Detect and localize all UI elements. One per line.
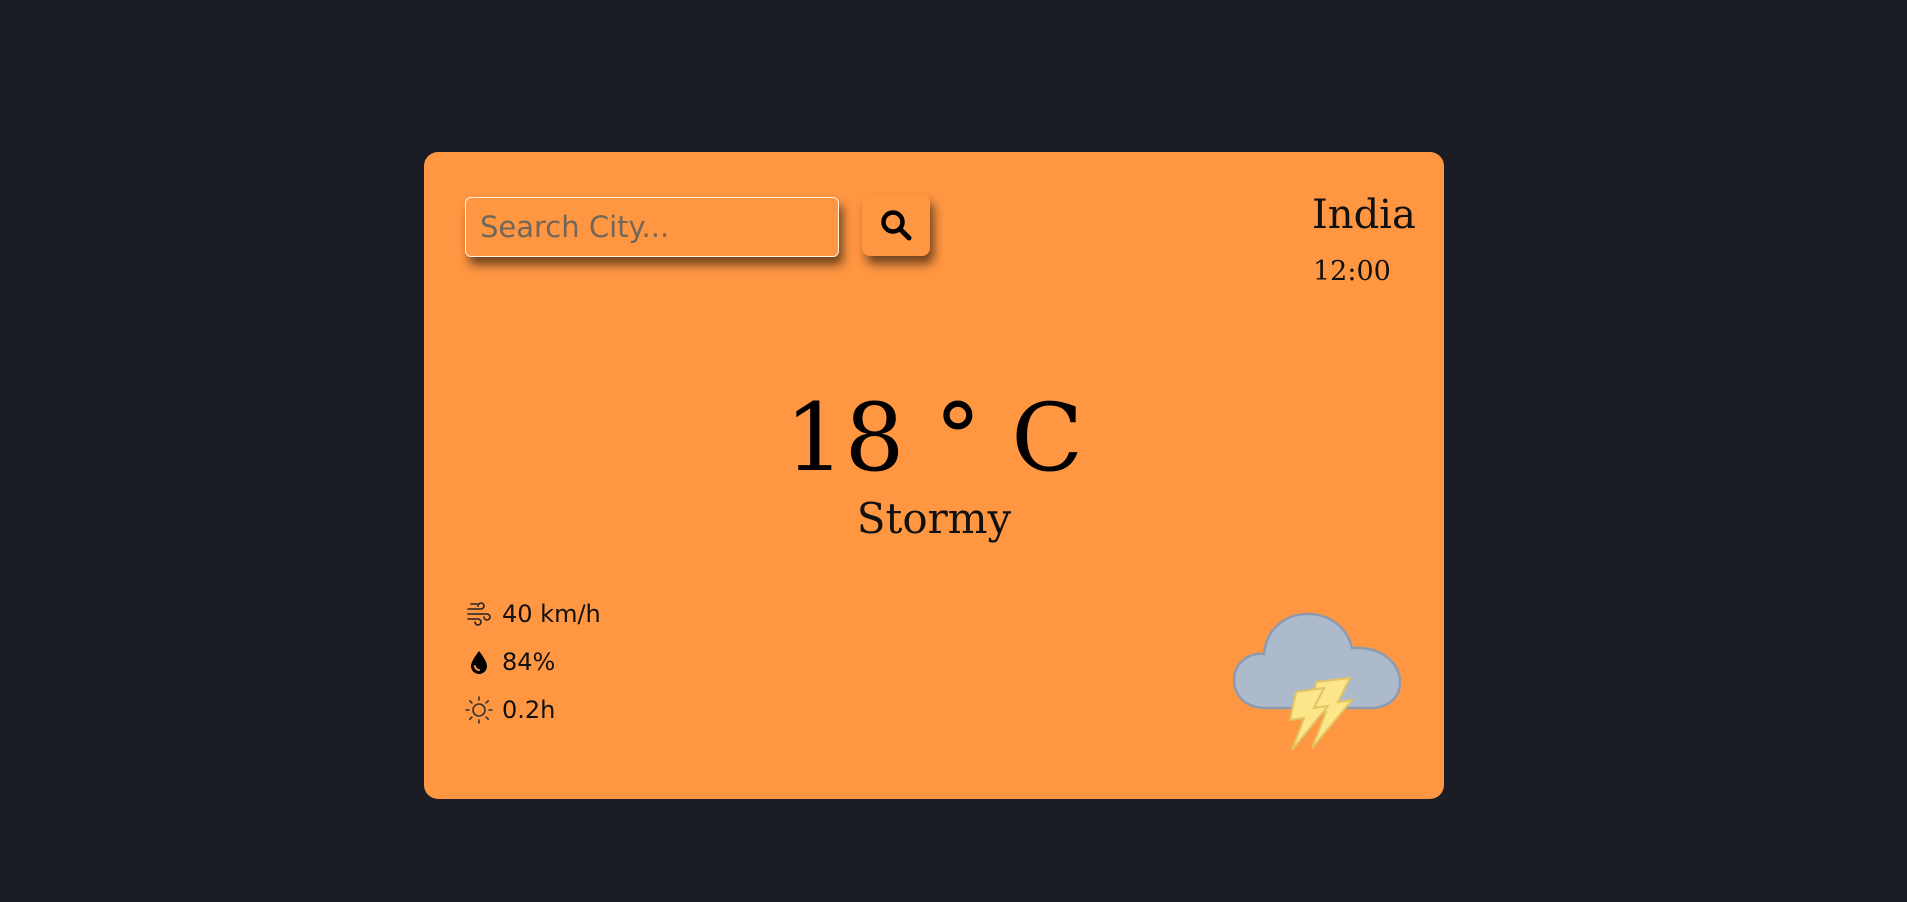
humidity-drop-icon (464, 647, 494, 677)
local-time: 12:00 (1313, 256, 1391, 287)
wind-icon (464, 599, 494, 629)
thunderstorm-cloud-icon (1230, 586, 1406, 754)
sunshine-value: 0.2h (502, 696, 556, 724)
location-name: India (1312, 192, 1416, 238)
search-city-input[interactable] (465, 197, 839, 257)
temperature: 18 ° C (784, 384, 1084, 493)
humidity-row: 84% (464, 645, 555, 679)
sunshine-row: 0.2h (464, 693, 555, 727)
search-button[interactable] (862, 194, 930, 256)
humidity-value: 84% (502, 648, 556, 676)
sun-icon (464, 695, 494, 725)
wind-speed-row: 40 km/h (464, 597, 601, 631)
wind-speed-value: 40 km/h (502, 600, 601, 628)
weather-card: India 12:00 18 ° C Stormy 40 km/h 84% (424, 152, 1444, 799)
weather-condition: Stormy (856, 494, 1012, 543)
magnifier-icon (881, 210, 912, 241)
